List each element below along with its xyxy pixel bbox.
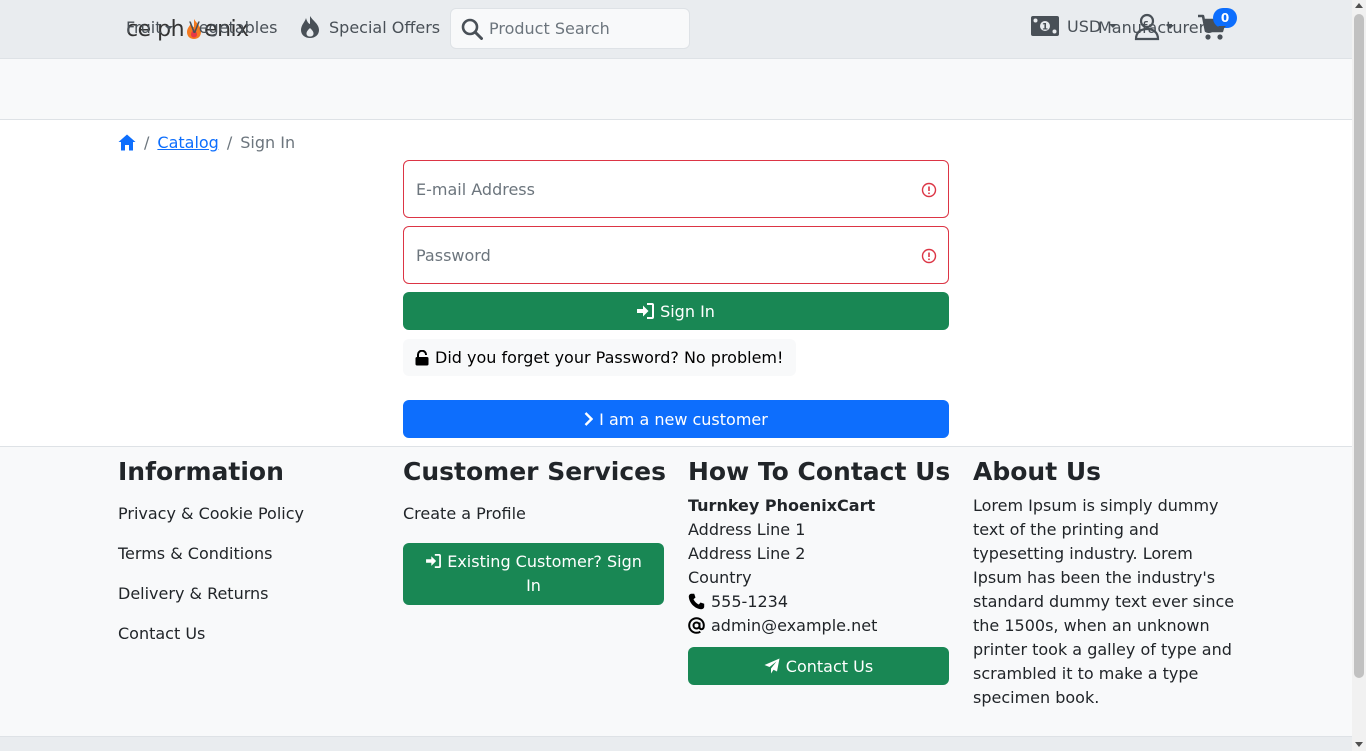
category-navbar — [0, 59, 1352, 120]
breadcrumb-catalog-link[interactable]: Catalog — [157, 133, 218, 152]
footer-bottom-bar — [0, 736, 1352, 751]
sign-in-icon — [426, 554, 442, 568]
about-text: Lorem Ipsum is simply dummy text of the … — [973, 496, 1235, 707]
password-field-wrapper — [403, 226, 949, 284]
special-offers-label: Special Offers — [329, 17, 441, 37]
breadcrumb-current: Sign In — [240, 133, 296, 152]
privacy-link[interactable]: Privacy & Cookie Policy — [118, 504, 304, 523]
company-name: Turnkey PhoenixCart — [688, 496, 876, 515]
scrollbar-thumb[interactable] — [1354, 14, 1364, 678]
chevron-right-icon — [584, 412, 594, 426]
breadcrumb-separator: / — [144, 133, 150, 152]
forgot-password-link[interactable]: Did you forget your Password? No problem… — [403, 339, 796, 376]
scroll-down-icon[interactable] — [1355, 742, 1363, 747]
currency-label: USD — [1067, 16, 1102, 36]
email-address: admin@example.net — [711, 616, 878, 635]
contact-us-button[interactable]: Contact Us — [688, 647, 949, 685]
nav-fruit-dropdown[interactable]: Fruit — [126, 18, 174, 37]
forgot-password-label: Did you forget your Password? No problem… — [435, 348, 784, 367]
contact-us-link[interactable]: Contact Us — [118, 624, 205, 643]
breadcrumb: / Catalog / Sign In — [118, 133, 295, 152]
email-field-wrapper — [403, 160, 949, 218]
address-line-1: Address Line 1 — [688, 520, 806, 539]
warning-icon — [921, 182, 937, 198]
phone-number: 555-1234 — [711, 592, 789, 611]
sign-in-icon — [637, 303, 655, 319]
information-title: Information — [118, 457, 284, 486]
product-search[interactable] — [450, 8, 690, 49]
address-line-2: Address Line 2 — [688, 544, 806, 563]
contact-us-label: Contact Us — [785, 656, 874, 676]
svg-text:1: 1 — [1042, 23, 1048, 33]
nav-manufacturers-dropdown[interactable]: Manufacturers — [1098, 18, 1226, 37]
sign-in-label: Sign In — [660, 301, 715, 321]
contact-title: How To Contact Us — [688, 457, 951, 486]
country: Country — [688, 568, 752, 587]
email-field[interactable] — [416, 179, 906, 199]
search-input[interactable] — [489, 19, 679, 38]
existing-customer-sign-in-button[interactable]: Existing Customer? Sign In — [403, 543, 664, 605]
terms-link[interactable]: Terms & Conditions — [118, 544, 272, 563]
customer-services-title: Customer Services — [403, 457, 667, 486]
existing-customer-label: Existing Customer? Sign In — [447, 552, 642, 595]
scroll-up-icon[interactable] — [1355, 3, 1363, 8]
phone-line: 555-1234 — [688, 592, 788, 611]
send-icon — [764, 658, 780, 674]
new-customer-label: I am a new customer — [599, 409, 768, 429]
breadcrumb-separator: / — [226, 133, 233, 152]
sign-in-button[interactable]: Sign In — [403, 292, 949, 330]
new-customer-button[interactable]: I am a new customer — [403, 400, 949, 438]
about-title: About Us — [973, 457, 1102, 486]
nav-vegetables[interactable]: Vegetables — [189, 18, 277, 37]
warning-icon — [921, 248, 937, 264]
nav-vegetables-label: Vegetables — [189, 18, 278, 37]
fire-icon — [301, 16, 319, 38]
home-icon[interactable] — [118, 134, 136, 151]
chevron-down-icon — [1217, 25, 1226, 30]
phone-icon — [688, 593, 705, 610]
existing-customer-text: Existing Customer? Sign In — [419, 550, 648, 598]
nav-manufacturers-label: Manufacturers — [1098, 18, 1214, 37]
money-icon: 1 — [1031, 16, 1059, 36]
delivery-returns-link[interactable]: Delivery & Returns — [118, 584, 269, 603]
search-icon — [461, 18, 483, 40]
chevron-down-icon — [165, 25, 174, 30]
nav-fruit-label: Fruit — [126, 18, 162, 37]
special-offers-link[interactable]: Special Offers — [299, 15, 440, 39]
password-field[interactable] — [416, 245, 906, 265]
at-icon — [688, 617, 705, 634]
unlock-icon — [415, 349, 429, 365]
create-profile-link[interactable]: Create a Profile — [403, 504, 526, 523]
email-line: admin@example.net — [688, 616, 877, 635]
